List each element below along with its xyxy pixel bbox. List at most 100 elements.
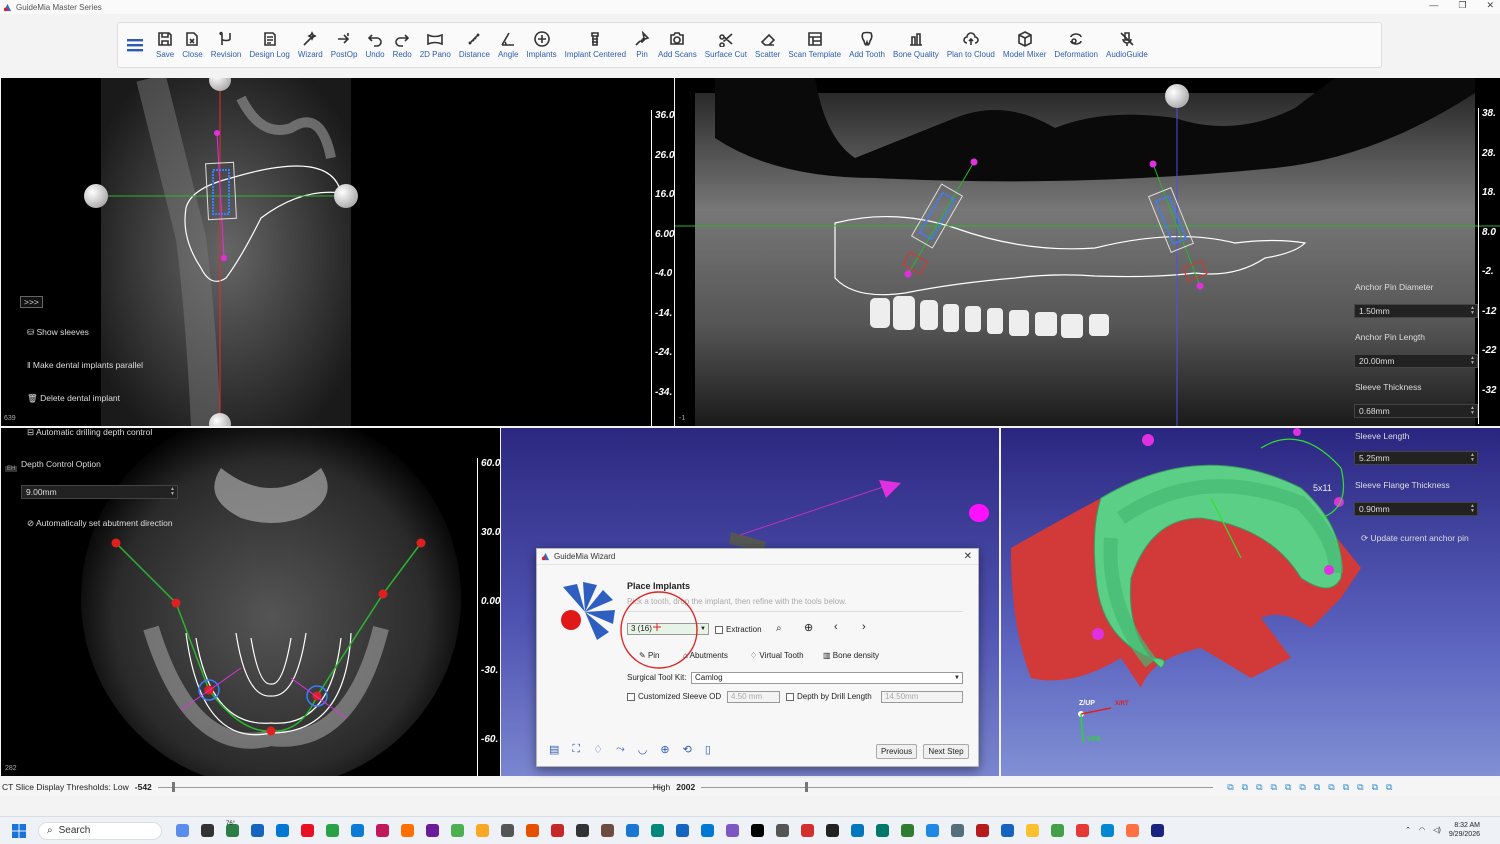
taskbar-app-16-icon[interactable] — [551, 824, 564, 837]
auto-depth-control-button[interactable]: ⊟ Automatic drilling depth control — [27, 428, 152, 438]
anchor-diameter-spinner[interactable]: 1.50mm ▲ ▼ — [1354, 304, 1478, 318]
taskbar-app-38-icon[interactable] — [1101, 824, 1114, 837]
windows-start-icon[interactable] — [12, 823, 26, 838]
taskbar-app-29-icon[interactable] — [876, 824, 889, 837]
layout-toggle-icon[interactable]: ⧉ — [1227, 782, 1233, 793]
taskbar-app-9-icon[interactable] — [376, 824, 389, 837]
make-parallel-button[interactable]: ‖ Make dental implants parallel — [27, 360, 143, 370]
taskbar-app-12-icon[interactable] — [451, 824, 464, 837]
sagittal-view[interactable]: 36.0 26.0 16.0 6.00 -4.0 -14. -24. -34. >>> ⛁ S… — [1, 78, 674, 426]
depth-value-spinner[interactable]: 9.00mm ▲ ▼ — [21, 485, 178, 499]
toolbar-audioguide-button[interactable]: AudioGuide — [1102, 23, 1152, 67]
taskbar-app-24-icon[interactable] — [751, 824, 764, 837]
layout-toggle-icon[interactable]: ⧉ — [1271, 782, 1277, 793]
toolbar-undo-button[interactable]: Undo — [361, 23, 388, 67]
sleeve-length-spinner[interactable]: 5.25mm ▲ ▼ — [1354, 451, 1478, 465]
next-step-button[interactable]: Next Step — [923, 744, 969, 759]
update-anchor-pin-button[interactable]: ⟳ Update current anchor pin — [1361, 533, 1469, 544]
sleeve-od-input[interactable]: 4.50 mm — [727, 691, 780, 703]
toolbar-pin-button[interactable]: Pin — [630, 23, 654, 67]
toolbar-deformation-button[interactable]: Deformation — [1050, 23, 1102, 67]
spinner-arrows-icon[interactable]: ▲ ▼ — [1470, 356, 1476, 366]
taskbar-app-30-icon[interactable] — [901, 824, 914, 837]
zoom-search-icon[interactable]: ⌕ — [776, 623, 782, 634]
panoramic-view[interactable]: 38. 28. 18. 8.0 -2. -12 -22 -32 -1 — [675, 78, 1500, 426]
toolbar-model-mixer-button[interactable]: Model Mixer — [999, 23, 1051, 67]
taskbar-app-21-icon[interactable] — [676, 824, 689, 837]
document-icon[interactable]: ▯ — [705, 743, 711, 756]
tooth-step-icon[interactable]: ♢ — [593, 743, 603, 756]
toolbar-scatter-button[interactable]: Scatter — [751, 23, 784, 67]
taskbar-app-18-icon[interactable] — [601, 824, 614, 837]
taskbar-app-13-icon[interactable] — [476, 824, 489, 837]
toolbar-revision-button[interactable]: Revision — [207, 23, 246, 67]
taskbar-app-34-icon[interactable] — [1001, 824, 1014, 837]
clock[interactable]: 8:32 AM 9/29/2026 — [1449, 821, 1480, 839]
spinner-arrows-icon[interactable]: ▲ ▼ — [1470, 306, 1476, 316]
taskbar-app-40-icon[interactable] — [1151, 824, 1164, 837]
previous-button[interactable]: Previous — [876, 744, 917, 759]
layout-toggle-icon[interactable]: ⧉ — [1372, 782, 1378, 793]
spinner-arrows-icon[interactable]: ▲ ▼ — [1470, 453, 1476, 463]
previous-tooth-icon[interactable]: ‹ — [834, 621, 838, 633]
toolbar-add-tooth-button[interactable]: Add Tooth — [845, 23, 889, 67]
delete-implant-button[interactable]: 🗑 Delete dental implant — [27, 393, 120, 404]
taskbar-app-5-icon[interactable] — [276, 824, 289, 837]
toolbar-surface-cut-button[interactable]: Surface Cut — [701, 23, 751, 67]
taskbar-app-7-icon[interactable] — [326, 824, 339, 837]
taskbar-app-19-icon[interactable] — [626, 824, 639, 837]
show-sleeves-button[interactable]: ⛁ Show sleeves — [27, 327, 89, 338]
toolbar-implant-centered-button[interactable]: Implant Centered — [561, 23, 630, 67]
taskbar-app-26-icon[interactable] — [801, 824, 814, 837]
toolbar-close-button[interactable]: Close — [178, 23, 206, 67]
next-tooth-icon[interactable]: › — [862, 621, 866, 633]
taskbar-app-8-icon[interactable] — [351, 824, 364, 837]
maximize-icon[interactable]: ❐ — [1458, 0, 1466, 11]
layout-toggle-icon[interactable]: ⧉ — [1343, 782, 1349, 793]
anchor-length-spinner[interactable]: 20.00mm ▲ ▼ — [1354, 354, 1478, 368]
taskbar-app-14-icon[interactable] — [501, 824, 514, 837]
depth-drill-checkbox[interactable]: Depth by Drill Length — [786, 692, 872, 701]
high-slider-handle[interactable] — [805, 781, 809, 792]
auto-abutment-button[interactable]: ⊘ Automatically set abutment direction — [27, 518, 173, 529]
wifi-icon[interactable]: ◠ — [1419, 826, 1425, 834]
taskbar-app-23-icon[interactable] — [726, 824, 739, 837]
sleeve-thickness-spinner[interactable]: 0.68mm ▲ ▼ — [1354, 404, 1478, 418]
toolbar-bone-quality-button[interactable]: Bone Quality — [889, 23, 943, 67]
taskbar-search-box[interactable]: ⌕ Search — [38, 821, 162, 840]
taskbar-app-28-icon[interactable] — [851, 824, 864, 837]
close-window-icon[interactable]: ✕ — [1486, 0, 1494, 11]
toolbar-design-log-button[interactable]: Design Log — [245, 23, 293, 67]
layout-toggle-icon[interactable]: ⧉ — [1314, 782, 1320, 793]
taskbar-app-36-icon[interactable] — [1051, 824, 1064, 837]
taskbar-app-32-icon[interactable] — [951, 824, 964, 837]
flange-thickness-spinner[interactable]: 0.90mm ▲ ▼ — [1354, 502, 1478, 516]
high-threshold-slider[interactable] — [701, 781, 1214, 792]
taskbar-app-31-icon[interactable] — [926, 824, 939, 837]
expand-panel-button[interactable]: >>> — [20, 296, 43, 308]
taskbar-app-11-icon[interactable] — [426, 824, 439, 837]
taskbar-app-33-icon[interactable] — [976, 824, 989, 837]
taskbar-app-37-icon[interactable] — [1076, 824, 1089, 837]
toolbar-distance-button[interactable]: Distance — [455, 23, 494, 67]
taskbar-app-27-icon[interactable] — [826, 824, 839, 837]
layout-toggle-icon[interactable]: ⧉ — [1386, 782, 1392, 793]
toolbar-redo-button[interactable]: Redo — [389, 23, 416, 67]
toolbar-2d-pano-button[interactable]: 2D Pano — [416, 23, 455, 67]
layout-toggle-icon[interactable]: ⧉ — [1285, 782, 1291, 793]
custom-sleeve-checkbox[interactable]: Customized Sleeve OD — [627, 692, 721, 701]
spinner-arrows-icon[interactable]: ▲ ▼ — [1470, 406, 1476, 416]
toolbar-angle-button[interactable]: Angle — [494, 23, 522, 67]
layout-toggle-icon[interactable]: ⧉ — [1299, 782, 1305, 793]
axial-view[interactable]: 60.0 30.0 0.00 -30. -60. ⊟ Automatic drillin… — [1, 428, 500, 776]
taskbar-app-39-icon[interactable] — [1126, 824, 1139, 837]
toolbar-postop-button[interactable]: PostOp — [327, 23, 362, 67]
taskbar-app-6-icon[interactable] — [301, 824, 314, 837]
scan-icon[interactable]: ⛶ — [572, 743, 580, 756]
clipboard-icon[interactable]: ▤ — [549, 743, 559, 756]
virtual-tooth-button[interactable]: ♢ Virtual Tooth — [750, 651, 804, 660]
taskbar-app-4-icon[interactable] — [251, 824, 264, 837]
toolbar-add-scans-button[interactable]: Add Scans — [654, 23, 701, 67]
layout-toggle-icon[interactable]: ⧉ — [1357, 782, 1363, 793]
low-slider-handle[interactable] — [171, 781, 175, 792]
